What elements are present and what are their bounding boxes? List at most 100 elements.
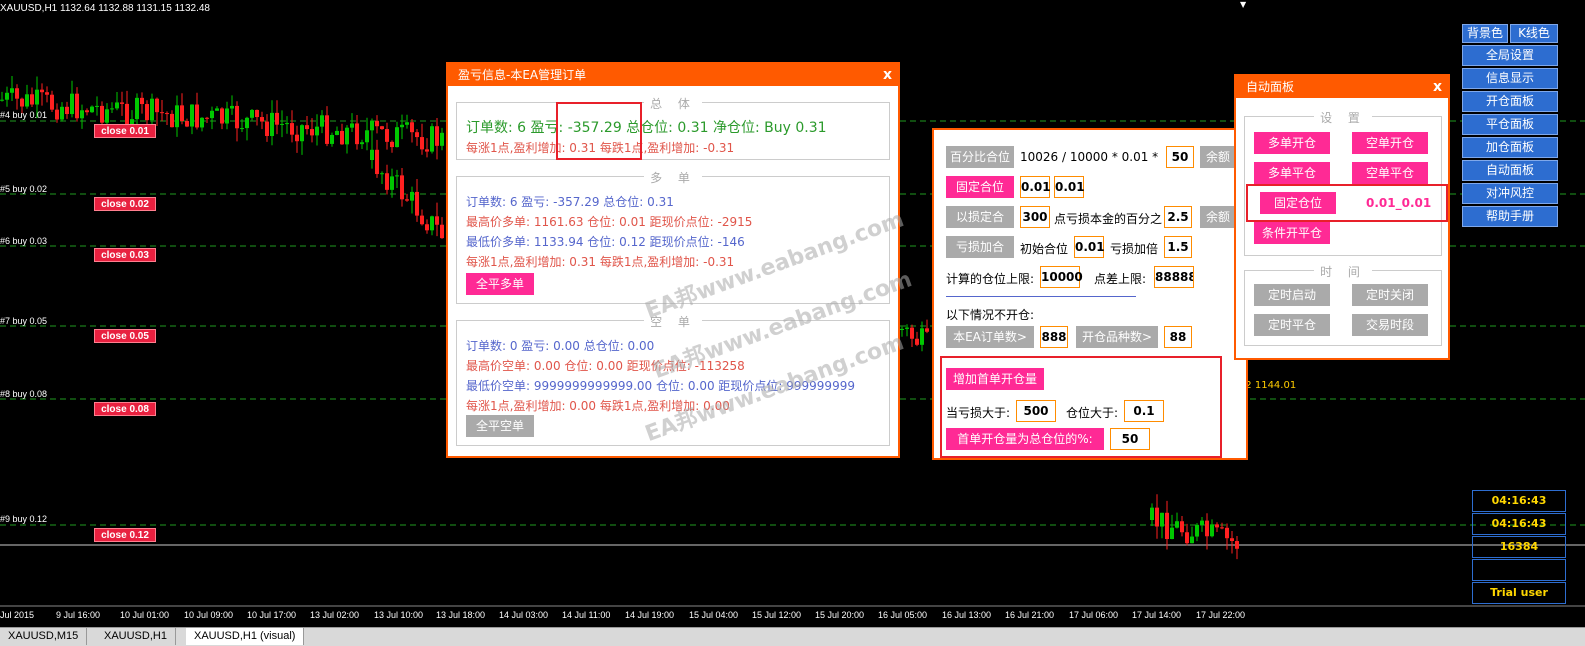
- candle-body: [50, 94, 54, 110]
- auto-panel: 自动面板 x 设 置 多单开仓 空单开仓 多单平仓 空单平仓 固定仓位 0.01…: [1234, 74, 1450, 360]
- order-label-4: #4 buy 0.01: [0, 110, 48, 120]
- candle-body: [70, 93, 74, 115]
- loss-percent-text: 点亏损本金的百分之: [1054, 212, 1163, 226]
- candle-body: [235, 105, 239, 129]
- candle-body: [250, 109, 254, 118]
- balance-button-2[interactable]: 余额: [1200, 206, 1236, 228]
- short-summary: 订单数: 0 盈亏: 0.00 总仓位: 0.00: [466, 339, 655, 353]
- percent-lot-button[interactable]: 百分比合位: [946, 146, 1014, 168]
- candle-body: [210, 110, 214, 119]
- fixed-lot-input-2[interactable]: 0.01: [1054, 176, 1085, 198]
- initial-lot-text: 初始合位: [1020, 242, 1069, 256]
- percent-lot-input[interactable]: 50: [1166, 146, 1194, 168]
- tab-xauusd-h1[interactable]: XAUUSD,H1: [96, 628, 176, 645]
- close-order-5-button[interactable]: close 0.02: [94, 197, 156, 211]
- close-order-6-button[interactable]: close 0.03: [94, 248, 156, 262]
- candle-body: [1220, 527, 1224, 529]
- lot-cap-text: 计算的仓位上限:: [946, 272, 1035, 286]
- candle-body: [120, 102, 124, 104]
- fixed-lot-button[interactable]: 固定合位: [946, 176, 1014, 198]
- add-panel-button[interactable]: 加仓面板: [1462, 137, 1558, 158]
- tab-xauusd-m15[interactable]: XAUUSD,M15: [0, 628, 88, 645]
- profit-highlight-box: [556, 102, 642, 160]
- help-manual-button[interactable]: 帮助手册: [1462, 206, 1558, 227]
- candle-body: [220, 108, 224, 124]
- profit-panel-close-icon[interactable]: x: [883, 64, 892, 86]
- candle-body: [5, 92, 9, 100]
- initial-lot-input[interactable]: 0.01: [1074, 236, 1105, 258]
- timed-stop-button[interactable]: 定时关闭: [1352, 284, 1428, 306]
- loss-points-input[interactable]: 300: [1020, 206, 1050, 228]
- order-label-8: #8 buy 0.08: [0, 389, 48, 399]
- symbol-count-button[interactable]: 开仓品种数>: [1076, 326, 1158, 348]
- order-label-7: #7 buy 0.05: [0, 316, 48, 326]
- candle-body: [430, 216, 434, 231]
- candle-body: [385, 129, 389, 142]
- tick-count: 16384: [1472, 536, 1566, 558]
- auto-time-title: 时 间: [1314, 265, 1372, 279]
- candle-body: [85, 110, 89, 113]
- candle-body: [40, 89, 44, 93]
- close-long-button[interactable]: 多单平仓: [1254, 162, 1330, 184]
- close-order-7-button[interactable]: close 0.05: [94, 329, 156, 343]
- balance-button-1[interactable]: 余额: [1200, 146, 1236, 168]
- symbol-count-input[interactable]: 88: [1164, 326, 1192, 348]
- open-panel-button[interactable]: 开仓面板: [1462, 91, 1558, 112]
- timed-close-button[interactable]: 定时平仓: [1254, 314, 1330, 336]
- x-tick-label: 15 Jul 04:00: [689, 610, 739, 620]
- candle-body: [75, 93, 79, 119]
- close-all-long-button[interactable]: 全平多单: [466, 273, 534, 295]
- loss-multiplier-input[interactable]: 1.5: [1164, 236, 1192, 258]
- timed-start-button[interactable]: 定时启动: [1254, 284, 1330, 306]
- close-order-4-button[interactable]: close 0.01: [94, 124, 156, 138]
- close-order-8-button[interactable]: close 0.08: [94, 402, 156, 416]
- long-point-change: 每涨1点,盈利增加: 0.31 每跌1点,盈利增加: -0.31: [466, 255, 735, 269]
- candle-body: [415, 132, 419, 138]
- loss-based-lot-button[interactable]: 以损定合: [946, 206, 1014, 228]
- close-panel-button[interactable]: 平仓面板: [1462, 114, 1558, 135]
- candle-body: [370, 149, 374, 160]
- lot-cap-input[interactable]: 10000: [1040, 266, 1083, 288]
- candle-body: [380, 126, 384, 130]
- conditional-trade-button[interactable]: 条件开平仓: [1254, 222, 1330, 244]
- long-summary: 订单数: 6 盈亏: -357.29 总仓位: 0.31: [466, 195, 674, 209]
- global-settings-button[interactable]: 全局设置: [1462, 45, 1558, 66]
- license-status: Trial user: [1472, 582, 1566, 604]
- candle-body: [140, 97, 144, 105]
- candle-body: [225, 108, 229, 124]
- loss-add-lot-button[interactable]: 亏损加合: [946, 236, 1014, 258]
- open-long-button[interactable]: 多单开仓: [1254, 132, 1330, 154]
- divider-1: [946, 296, 1136, 297]
- candle-body: [1225, 527, 1229, 539]
- candle-body: [400, 175, 404, 200]
- candle-body: [905, 327, 909, 329]
- trading-session-button[interactable]: 交易时段: [1352, 314, 1428, 336]
- auto-panel-button[interactable]: 自动面板: [1462, 160, 1558, 181]
- close-order-9-button[interactable]: close 0.12: [94, 528, 156, 542]
- info-display-button[interactable]: 信息显示: [1462, 68, 1558, 89]
- fixed-lot-input-1[interactable]: 0.01: [1020, 176, 1051, 198]
- long-group-title: 多 单: [644, 171, 702, 185]
- tab-xauusd-h1-visual[interactable]: XAUUSD,H1 (visual): [186, 628, 305, 645]
- candle-body: [265, 121, 269, 137]
- auto-panel-close-icon[interactable]: x: [1433, 76, 1442, 98]
- x-tick-label: 13 Jul 18:00: [436, 610, 486, 620]
- candle-body: [910, 327, 914, 339]
- candle-body: [150, 98, 154, 121]
- loss-percent-input[interactable]: 2.5: [1164, 206, 1192, 228]
- hedge-risk-button[interactable]: 对冲风控: [1462, 183, 1558, 204]
- open-short-button[interactable]: 空单开仓: [1352, 132, 1428, 154]
- x-tick-label: Jul 2015: [0, 610, 35, 620]
- spread-cap-input[interactable]: 888888: [1154, 266, 1194, 288]
- chart-header: XAUUSD,H1 1132.64 1132.88 1131.15 1132.4…: [0, 3, 210, 14]
- candle-color-button[interactable]: K线色: [1510, 24, 1558, 43]
- candle-body: [1215, 524, 1219, 528]
- close-all-short-button[interactable]: 全平空单: [466, 415, 534, 437]
- close-short-button[interactable]: 空单平仓: [1352, 162, 1428, 184]
- candle-body: [410, 122, 414, 133]
- background-color-button[interactable]: 背景色: [1462, 24, 1508, 43]
- x-tick-label: 14 Jul 19:00: [625, 610, 675, 620]
- ea-order-count-button[interactable]: 本EA订单数>: [946, 326, 1034, 348]
- ea-order-count-input[interactable]: 888: [1040, 326, 1068, 348]
- candle-body: [100, 105, 104, 123]
